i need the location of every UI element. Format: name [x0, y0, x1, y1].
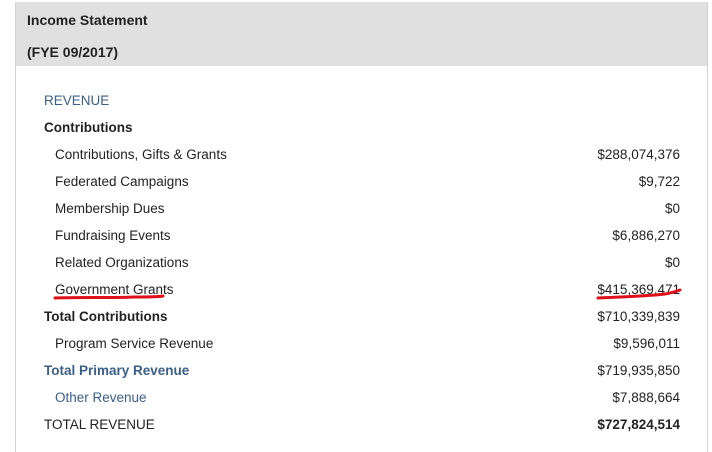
- row-label-related-organizations: Related Organizations: [55, 255, 189, 270]
- revenue-heading: REVENUE: [44, 93, 110, 108]
- row-label-membership-dues: Membership Dues: [55, 201, 165, 216]
- row-label-total-contributions: Total Contributions: [44, 309, 168, 324]
- row-value-program-service-revenue: $9,596,011: [613, 336, 680, 351]
- row-value-federated-campaigns: $9,722: [638, 174, 680, 189]
- table-row: Total Contributions $710,339,839: [16, 309, 707, 329]
- row-value-total-contributions: $710,339,839: [597, 309, 680, 324]
- table-row: Contributions, Gifts & Grants $288,074,3…: [16, 147, 707, 167]
- table-row: Program Service Revenue $9,596,011: [16, 336, 707, 356]
- table-row: TOTAL REVENUE $727,824,514: [16, 417, 707, 437]
- panel-header: Income Statement (FYE 09/2017): [16, 2, 707, 66]
- fiscal-year-label: (FYE 09/2017): [27, 44, 119, 60]
- row-value-total-revenue: $727,824,514: [597, 417, 680, 432]
- table-row: Other Revenue $7,888,664: [16, 390, 707, 410]
- panel-title: Income Statement: [27, 12, 148, 28]
- row-value-membership-dues: $0: [664, 201, 680, 216]
- contributions-heading: Contributions: [44, 120, 133, 135]
- row-value-other-revenue: $7,888,664: [612, 390, 680, 405]
- row-value-fundraising-events: $6,886,270: [612, 228, 680, 243]
- row-label-government-grants: Government Grants: [55, 282, 174, 297]
- row-label-fundraising-events: Fundraising Events: [55, 228, 171, 243]
- contributions-group-row: Contributions: [16, 120, 707, 140]
- income-statement-panel: Income Statement (FYE 09/2017) REVENUE C…: [15, 2, 708, 452]
- row-value-contributions-gifts-grants: $288,074,376: [597, 147, 680, 162]
- row-label-program-service-revenue: Program Service Revenue: [55, 336, 214, 351]
- row-label-contributions-gifts-grants: Contributions, Gifts & Grants: [55, 147, 227, 162]
- table-row: Fundraising Events $6,886,270: [16, 228, 707, 248]
- row-value-related-organizations: $0: [664, 255, 680, 270]
- table-row: Federated Campaigns $9,722: [16, 174, 707, 194]
- table-row: Government Grants $415,369,471: [16, 282, 707, 302]
- table-row: Total Primary Revenue $719,935,850: [16, 363, 707, 383]
- row-label-total-primary-revenue: Total Primary Revenue: [44, 363, 190, 378]
- row-value-total-primary-revenue: $719,935,850: [597, 363, 680, 378]
- table-row: Related Organizations $0: [16, 255, 707, 275]
- row-label-total-revenue: TOTAL REVENUE: [44, 417, 155, 432]
- table-row: Membership Dues $0: [16, 201, 707, 221]
- revenue-section-heading-row: REVENUE: [16, 93, 707, 113]
- row-label-other-revenue: Other Revenue: [55, 390, 147, 405]
- row-label-federated-campaigns: Federated Campaigns: [55, 174, 189, 189]
- row-value-government-grants: $415,369,471: [597, 282, 680, 297]
